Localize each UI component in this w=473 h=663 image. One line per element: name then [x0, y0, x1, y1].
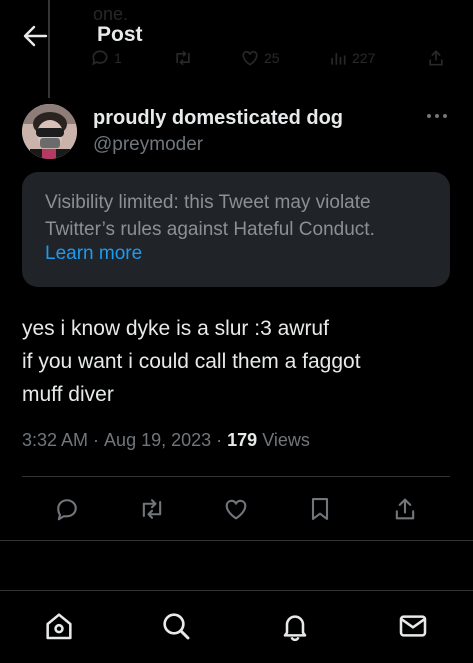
tweet-date[interactable]: Aug 19, 2023 [104, 430, 211, 451]
previous-tweet-actions: 1 25 227 [90, 48, 450, 74]
meta-separator: · [93, 430, 100, 450]
previous-like-count: 25 [264, 50, 280, 66]
meta-separator: · [216, 430, 223, 450]
previous-reply-count: 1 [114, 50, 122, 66]
nav-home[interactable] [41, 608, 77, 644]
tweet-text-line: muff diver [22, 383, 114, 406]
more-options-button[interactable] [426, 108, 448, 124]
share-button[interactable] [390, 494, 420, 524]
share-icon [395, 498, 415, 520]
reply-icon [57, 499, 77, 521]
learn-more-link[interactable]: Learn more [45, 243, 142, 265]
author-handle[interactable]: @preymoder [93, 134, 203, 156]
more-horizontal-icon [427, 114, 447, 118]
visibility-notice: Visibility limited: this Tweet may viola… [22, 172, 450, 287]
back-button[interactable] [22, 24, 48, 48]
views-label: Views [262, 430, 310, 450]
page-title: Post [97, 23, 143, 46]
views-count: 179 [227, 430, 258, 450]
thread-connector-line [48, 0, 50, 98]
notifications-icon [283, 615, 307, 642]
bottom-nav [0, 590, 473, 663]
previous-retweet[interactable] [172, 48, 194, 68]
divider [22, 476, 450, 477]
nav-notifications[interactable] [277, 608, 313, 644]
views-icon [331, 53, 346, 65]
retweet-icon [142, 499, 162, 519]
bookmark-button[interactable] [305, 494, 335, 524]
avatar-image [22, 104, 77, 159]
nav-search[interactable] [158, 608, 194, 644]
tweet-time[interactable]: 3:32 AM [22, 430, 88, 451]
retweet-button[interactable] [137, 494, 167, 524]
author-name[interactable]: proudly domesticated dog [93, 107, 343, 130]
reply-icon [92, 50, 108, 66]
search-icon [163, 613, 190, 640]
tweet-text-line: if you want i could call them a faggot [22, 350, 361, 373]
previous-tweet-text: one. [93, 4, 129, 24]
divider [0, 540, 473, 541]
tweet-text-line: yes i know dyke is a slur :3 awruf [22, 317, 329, 340]
bookmark-icon [311, 498, 329, 520]
arrow-left-icon [23, 25, 48, 47]
like-icon [242, 50, 258, 66]
previous-views[interactable]: 227 [328, 48, 375, 68]
notice-text: Visibility limited: this Tweet may viola… [45, 192, 375, 240]
retweet-icon [176, 50, 190, 66]
like-icon [225, 499, 247, 520]
reply-button[interactable] [52, 494, 82, 524]
messages-icon [399, 615, 427, 637]
share-icon [429, 50, 443, 66]
previous-share[interactable] [426, 48, 446, 68]
nav-messages[interactable] [395, 608, 431, 644]
previous-view-count: 227 [352, 50, 376, 66]
previous-reply[interactable]: 1 [90, 48, 122, 68]
tweet-text: yes i know dyke is a slur :3 awruf if yo… [22, 312, 452, 411]
previous-like[interactable]: 25 [240, 48, 280, 68]
avatar[interactable] [22, 104, 77, 159]
home-icon [46, 613, 72, 640]
tweet-meta: 3:32 AM · Aug 19, 2023 · 179 Views [22, 430, 310, 451]
like-button[interactable] [221, 494, 251, 524]
